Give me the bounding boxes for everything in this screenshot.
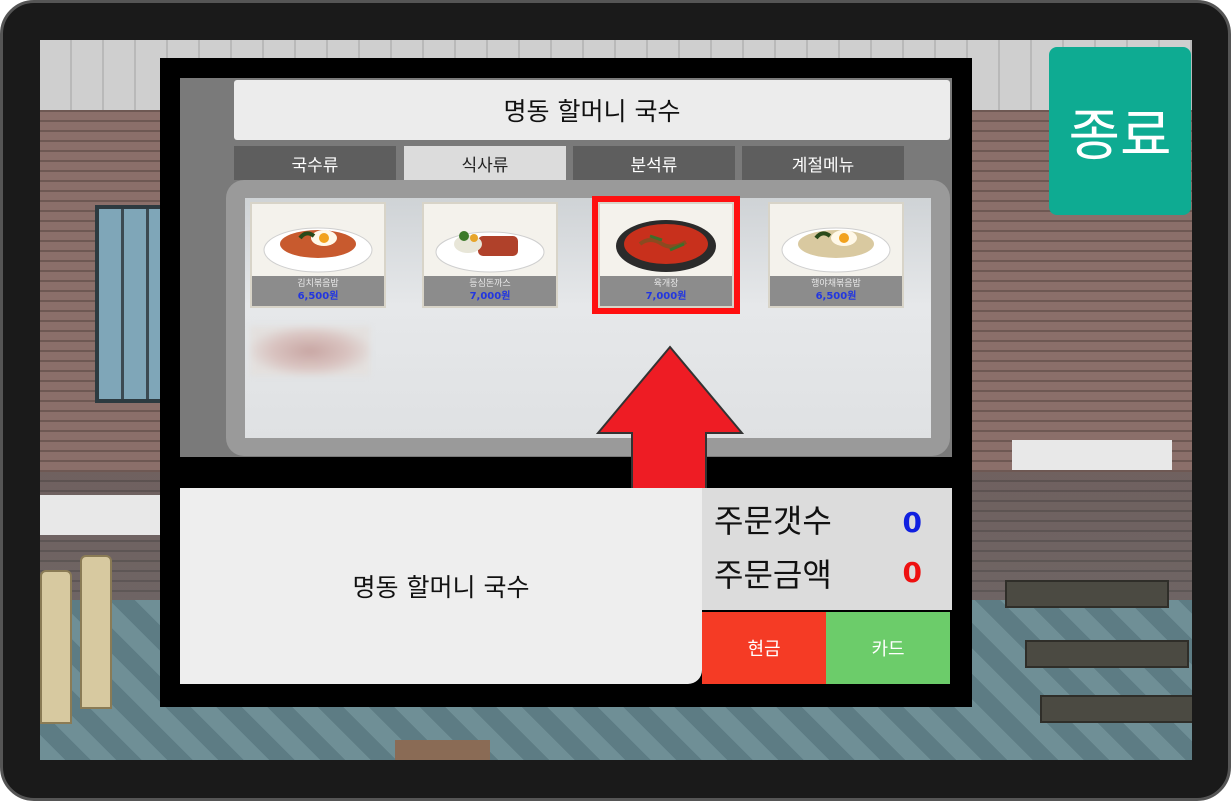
order-stats: 주문갯수 0 주문금액 0 [702,488,952,610]
card-button[interactable]: 카드 [826,612,950,684]
blurred-menu-item [250,326,370,376]
item-name: 행야채볶음밥 [811,279,861,289]
table [1040,695,1192,723]
door [395,740,490,760]
chair [80,555,112,709]
order-amount-label: 주문금액 [714,556,832,594]
order-count-value: 0 [902,506,922,539]
menu-item-pork-cutlet[interactable]: 등심돈까스 7,000원 [422,202,558,308]
menu-item-spicy-beef-soup[interactable]: 육개장 7,000원 [598,202,734,308]
item-price: 6,500원 [297,291,339,302]
order-summary: 명동 할머니 국수 [180,488,702,684]
item-label: 행야채볶음밥 6,500원 [770,276,902,306]
item-label: 등심돈까스 7,000원 [424,276,556,306]
item-name: 김치볶음밥 [297,279,339,289]
chair [40,570,72,724]
category-tabs: 국수류 식사류 분석류 계절메뉴 [234,146,906,180]
tab-meals[interactable]: 식사류 [404,146,566,180]
menu-item-vegetable-fried-rice[interactable]: 행야채볶음밥 6,500원 [768,202,904,308]
exit-button[interactable]: 종료 [1049,47,1191,215]
item-price: 7,000원 [469,291,511,302]
spicy-beef-soup-icon [616,220,716,272]
cash-button[interactable]: 현금 [702,612,826,684]
vegetable-fried-rice-icon [781,227,891,273]
counter-shelf [40,495,170,535]
store-title: 명동 할머니 국수 [234,80,950,140]
pork-cutlet-icon [435,231,545,273]
counter-shelf-right [1012,440,1172,470]
tab-noodles[interactable]: 국수류 [234,146,396,180]
item-name: 등심돈까스 [469,279,511,289]
item-price: 7,000원 [645,291,687,302]
item-price: 6,500원 [815,291,857,302]
table [1025,640,1189,668]
table [1005,580,1169,608]
order-amount-value: 0 [902,556,922,589]
tab-snacks[interactable]: 분석류 [573,146,735,180]
tab-seasonal[interactable]: 계절메뉴 [742,146,904,180]
order-count-label: 주문갯수 [714,502,832,540]
item-label: 육개장 7,000원 [600,276,732,306]
item-label: 김치볶음밥 6,500원 [252,276,384,306]
item-name: 육개장 [653,279,679,289]
menu-item-kimchi-fried-rice[interactable]: 김치볶음밥 6,500원 [250,202,386,308]
kimchi-fried-rice-icon [263,227,373,273]
